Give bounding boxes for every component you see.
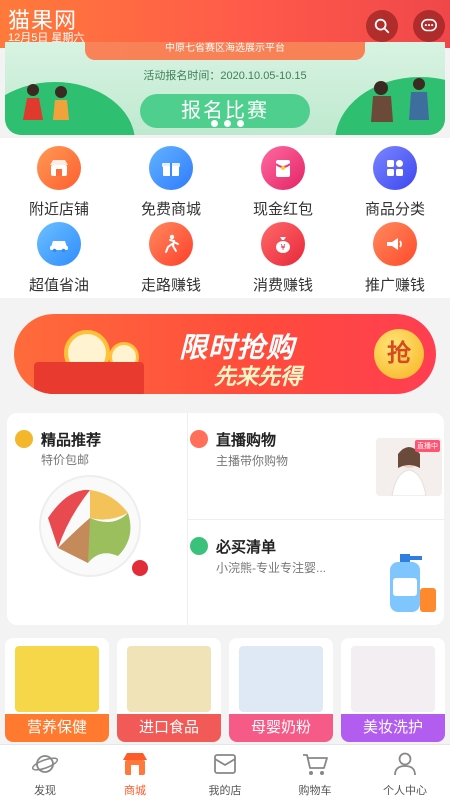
imported-food-image <box>127 646 211 712</box>
category-icon <box>373 146 417 190</box>
walking-icon <box>149 222 193 266</box>
tab-profile[interactable]: 个人中心 <box>360 745 450 800</box>
recommend-title: 精品推荐 <box>41 432 102 449</box>
tile-label: 营养保健 <box>5 714 109 742</box>
category-free-mall[interactable]: 免费商城 <box>115 146 227 219</box>
red-envelope-icon <box>261 146 305 190</box>
cart-icon <box>303 754 328 775</box>
live-tv-icon <box>190 430 208 448</box>
guitarist-illustration <box>371 78 429 122</box>
tile-beauty-care[interactable]: 美妆洗护 <box>341 638 445 742</box>
category-label: 现金红包 <box>252 201 313 218</box>
gift-boxes-illustration <box>34 362 144 394</box>
baby-formula-image <box>239 646 323 712</box>
tab-my-store[interactable]: 我的店 <box>180 745 270 800</box>
beauty-care-image <box>351 646 435 712</box>
category-nearby-stores[interactable]: 附近店铺 <box>3 146 115 219</box>
megaphone-icon <box>373 222 417 266</box>
banner-top-text: 中原七省赛区海选展示平台 <box>85 42 365 60</box>
money-bag-icon: ¥ <box>261 222 305 266</box>
category-label: 附近店铺 <box>28 201 89 218</box>
event-banner[interactable]: 中原七省赛区海选展示平台 活动报名时间：2020.10.05-10.15 报名比… <box>5 42 445 135</box>
tab-discover[interactable]: 发现 <box>0 745 90 800</box>
store-icon <box>37 146 81 190</box>
message-button[interactable] <box>413 10 445 42</box>
category-walk-earn[interactable]: 走路赚钱 <box>115 222 227 295</box>
must-buy-subtitle: 小浣熊-专业专注婴... <box>216 561 326 575</box>
tile-label: 进口食品 <box>117 714 221 742</box>
store-envelope-icon <box>214 754 236 774</box>
tile-label: 美妆洗护 <box>341 714 445 742</box>
category-spend-earn[interactable]: ¥ 消费赚钱 <box>227 222 339 295</box>
live-shopping-subtitle: 主播带你购物 <box>216 454 289 468</box>
category-label: 免费商城 <box>140 201 201 218</box>
car-icon <box>37 222 81 266</box>
live-shopping-title: 直播购物 <box>216 432 277 449</box>
flash-sale-subtitle: 先来先得 <box>214 364 303 389</box>
category-label: 走路赚钱 <box>140 277 201 294</box>
gift-icon <box>149 146 193 190</box>
category-grid: 附近店铺 免费商城 现金红包 商品分类 超值省油 走路赚钱 ¥ 消费赚钱 推广赚… <box>0 138 450 298</box>
category-product-categories[interactable]: 商品分类 <box>339 146 450 219</box>
app-header: 猫果网 12月5日 星期六 <box>0 0 450 48</box>
nutrition-product-image <box>15 646 99 712</box>
grab-button[interactable]: 抢 <box>374 329 424 379</box>
category-label: 推广赚钱 <box>364 277 425 294</box>
tab-mall[interactable]: 商城 <box>90 745 180 800</box>
dancers-illustration <box>23 84 69 120</box>
tile-baby-formula[interactable]: 母婴奶粉 <box>229 638 333 742</box>
tab-label: 购物车 <box>298 785 332 797</box>
tile-label: 母婴奶粉 <box>229 714 333 742</box>
list-icon <box>190 537 208 555</box>
search-icon <box>374 18 390 34</box>
must-buy-title: 必买清单 <box>216 539 277 556</box>
live-badge: 直播中 <box>415 440 440 452</box>
tile-nutrition[interactable]: 营养保健 <box>5 638 109 742</box>
category-save-fuel[interactable]: 超值省油 <box>3 222 115 295</box>
shop-icon <box>123 753 147 775</box>
chat-bubble-icon <box>420 18 438 32</box>
user-icon <box>394 752 416 776</box>
category-label: 超值省油 <box>28 277 89 294</box>
crown-icon <box>15 430 33 448</box>
tab-label: 个人中心 <box>383 785 427 797</box>
tab-label: 商城 <box>124 785 146 797</box>
svg-text:¥: ¥ <box>280 243 285 252</box>
recommend-subtitle: 特价包邮 <box>41 453 90 467</box>
granola-bowl-image <box>39 475 148 577</box>
planet-icon <box>31 755 59 773</box>
category-promote-earn[interactable]: 推广赚钱 <box>339 222 450 295</box>
tab-cart[interactable]: 购物车 <box>270 745 360 800</box>
carousel-dots <box>211 120 244 127</box>
tile-imported-food[interactable]: 进口食品 <box>117 638 221 742</box>
search-button[interactable] <box>366 10 398 42</box>
flash-sale-banner[interactable]: 限时抢购 先来先得 抢 <box>14 314 436 394</box>
live-streamer-image: 直播中 <box>376 438 442 496</box>
bottom-tab-bar: 发现 商城 我的店 购物车 个人中心 <box>0 744 450 800</box>
tab-label: 我的店 <box>208 785 242 797</box>
category-label: 商品分类 <box>364 201 425 218</box>
category-label: 消费赚钱 <box>252 277 313 294</box>
baby-wash-bottle-image <box>390 554 436 612</box>
tab-label: 发现 <box>34 785 56 797</box>
category-cash-red-packet[interactable]: 现金红包 <box>227 146 339 219</box>
